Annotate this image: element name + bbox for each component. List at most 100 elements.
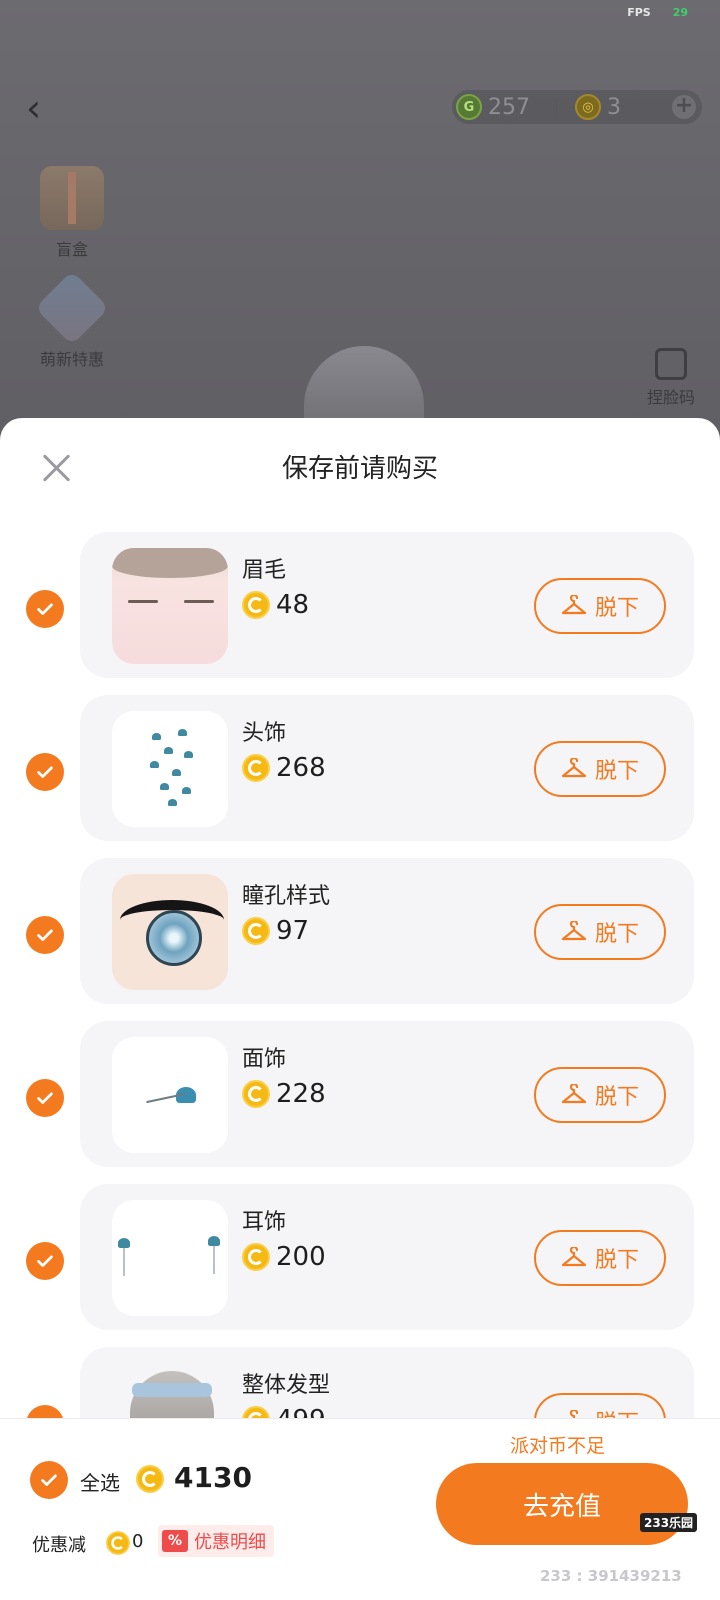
remove-label: 脱下 <box>594 1085 639 1110</box>
item-card: 头饰 268 脱下 <box>80 695 694 841</box>
side-item-blind-box[interactable]: 盲盒 <box>30 166 114 260</box>
item-name: 面饰 <box>242 1047 287 1072</box>
checkmark-icon <box>37 1092 53 1104</box>
fps-label: FPS <box>627 6 651 19</box>
green-coin-balance: 257 <box>488 94 530 120</box>
discount-detail-link[interactable]: % 优惠明细 <box>158 1525 274 1557</box>
side-item-label: 萌新特惠 <box>39 350 104 369</box>
watermark-logo: 233乐园 <box>640 1513 698 1532</box>
hanger-icon <box>561 1084 587 1104</box>
item-card: 面饰 228 脱下 <box>80 1021 694 1167</box>
coin-icon <box>136 1465 164 1493</box>
item-card: 耳饰 200 脱下 <box>80 1184 694 1330</box>
discount-label: 优惠减 <box>32 1535 86 1556</box>
gift-box-icon <box>40 166 104 230</box>
item-price-value: 228 <box>276 1079 326 1109</box>
coin-icon <box>242 754 270 782</box>
remove-button[interactable]: 脱下 <box>534 904 666 960</box>
item-checkbox[interactable] <box>26 753 64 791</box>
item-checkbox[interactable] <box>26 1079 64 1117</box>
coin-icon <box>242 1243 270 1271</box>
eyebrow-thumbnail <box>112 548 228 664</box>
discount-value: 0 <box>132 1531 144 1552</box>
item-card: 瞳孔样式 97 脱下 <box>80 858 694 1004</box>
sheet-title: 保存前请购买 <box>281 454 438 484</box>
list-item: 瞳孔样式 97 脱下 <box>0 858 720 1021</box>
item-card: 眉毛 48 脱下 <box>80 532 694 678</box>
wallet-bar: G 257 ◎ 3 + <box>452 90 702 124</box>
item-price: 97 <box>242 916 309 946</box>
green-coin-icon: G <box>456 94 482 120</box>
list-item: 耳饰 200 脱下 <box>0 1184 720 1347</box>
select-all-label[interactable]: 全选 <box>80 1467 120 1496</box>
fps-value: 29 <box>672 6 688 19</box>
remove-button[interactable]: 脱下 <box>534 1230 666 1286</box>
checkmark-icon <box>37 603 53 615</box>
earring-thumbnail <box>112 1200 228 1316</box>
percent-badge-icon: % <box>162 1530 188 1552</box>
side-item-newbie-offer[interactable]: 萌新特惠 <box>30 270 114 370</box>
item-price: 228 <box>242 1079 326 1109</box>
headwear-thumbnail <box>112 711 228 827</box>
remove-button[interactable]: 脱下 <box>534 578 666 634</box>
remove-label: 脱下 <box>594 596 639 621</box>
background-scene: FPS 29 ‹ G 257 ◎ 3 + 盲盒 萌新特惠 捏脸码 <box>0 0 720 440</box>
recharge-button[interactable]: 去充值 <box>436 1463 688 1545</box>
checkmark-icon <box>41 1474 57 1486</box>
total-price: 4130 <box>174 1461 252 1494</box>
list-item: 头饰 268 脱下 <box>0 695 720 858</box>
coin-icon <box>106 1531 130 1555</box>
item-name: 瞳孔样式 <box>242 884 331 909</box>
item-checkbox[interactable] <box>26 1242 64 1280</box>
item-checkbox[interactable] <box>26 590 64 628</box>
edit-icon <box>655 348 687 380</box>
item-price-value: 200 <box>276 1242 326 1272</box>
remove-label: 脱下 <box>594 922 639 947</box>
item-checkbox[interactable] <box>26 916 64 954</box>
watermark-text: 233 : 391439213 <box>540 1567 682 1585</box>
add-coin-icon[interactable]: + <box>672 95 696 119</box>
purchase-list: 眉毛 48 脱下 头饰 268 脱下 瞳孔样式 97 脱下 面饰 228 脱下 … <box>0 532 720 1510</box>
item-name: 头饰 <box>242 721 287 746</box>
remove-label: 脱下 <box>594 759 639 784</box>
gold-coin-icon: ◎ <box>575 94 601 120</box>
checkmark-icon <box>37 766 53 778</box>
back-arrow-icon[interactable]: ‹ <box>26 89 54 127</box>
checkmark-icon <box>37 1255 53 1267</box>
item-price: 268 <box>242 753 326 783</box>
wallet-divider <box>556 99 557 115</box>
remove-button[interactable]: 脱下 <box>534 1067 666 1123</box>
gold-coin-balance: 3 <box>607 94 621 120</box>
remove-label: 脱下 <box>594 1248 639 1273</box>
list-item: 眉毛 48 脱下 <box>0 532 720 695</box>
item-name: 整体发型 <box>242 1373 331 1398</box>
item-price-value: 97 <box>276 916 310 946</box>
checkout-footer: 派对币不足 全选 4130 优惠减 0 % 优惠明细 去充值 233乐园 233… <box>0 1418 720 1600</box>
coin-icon <box>242 1080 270 1108</box>
newbie-offer-icon <box>34 270 110 346</box>
pupil-style-thumbnail <box>112 874 228 990</box>
hanger-icon <box>561 758 587 778</box>
item-price-value: 268 <box>276 753 326 783</box>
coin-icon <box>242 917 270 945</box>
hanger-icon <box>561 1247 587 1267</box>
item-name: 眉毛 <box>242 558 287 583</box>
item-price-value: 48 <box>276 590 310 620</box>
coin-icon <box>242 591 270 619</box>
remove-button[interactable]: 脱下 <box>534 741 666 797</box>
checkmark-icon <box>37 929 53 941</box>
fps-indicator: FPS 29 <box>627 6 688 19</box>
side-item-label: 盲盒 <box>55 240 88 259</box>
face-code-button[interactable]: 捏脸码 <box>636 348 706 408</box>
status-bar: FPS 29 <box>0 0 720 28</box>
face-code-label: 捏脸码 <box>646 388 695 407</box>
insufficient-coins-notice: 派对币不足 <box>510 1435 606 1457</box>
discount-detail-label: 优惠明细 <box>194 1532 266 1553</box>
list-item: 面饰 228 脱下 <box>0 1021 720 1184</box>
select-all-checkbox[interactable] <box>30 1461 68 1499</box>
item-price: 48 <box>242 590 309 620</box>
hanger-icon <box>561 595 587 615</box>
hanger-icon <box>561 921 587 941</box>
item-price: 200 <box>242 1242 326 1272</box>
item-name: 耳饰 <box>242 1210 287 1235</box>
